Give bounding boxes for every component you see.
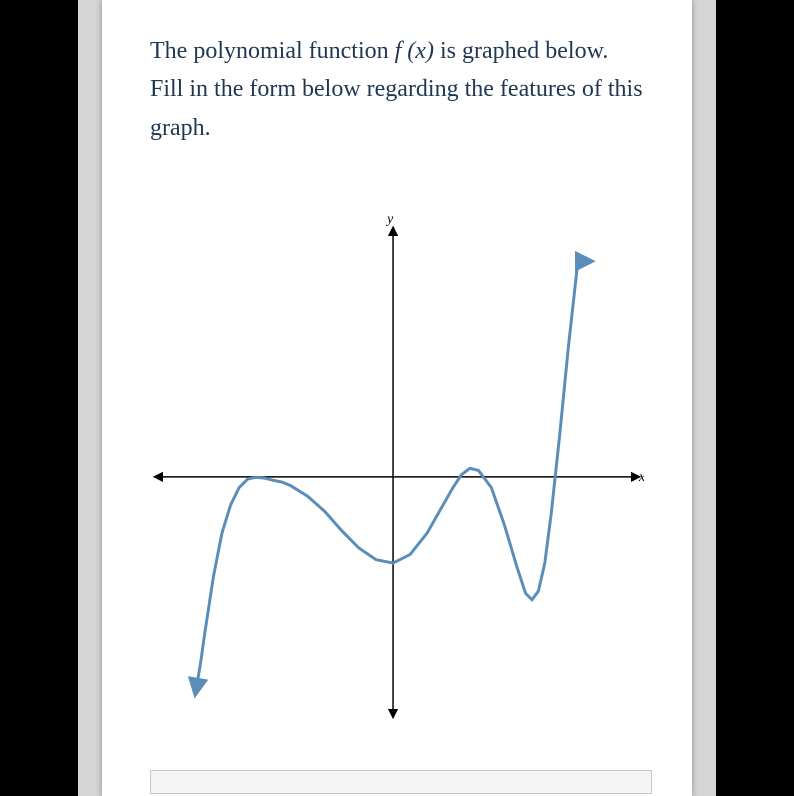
graph-svg: y x: [150, 195, 644, 735]
answer-input-area[interactable]: [150, 770, 652, 794]
polynomial-graph: y x: [150, 195, 644, 735]
function-curve: [196, 261, 585, 688]
content-card: The polynomial function f (x) is graphed…: [102, 0, 692, 796]
prompt-text-1: The polynomial function: [150, 38, 395, 64]
page-background: The polynomial function f (x) is graphed…: [78, 0, 716, 796]
prompt-fn: f (x): [395, 38, 434, 64]
question-prompt: The polynomial function f (x) is graphed…: [150, 32, 644, 147]
y-axis-label: y: [385, 211, 394, 226]
x-axis-label: x: [638, 469, 644, 484]
